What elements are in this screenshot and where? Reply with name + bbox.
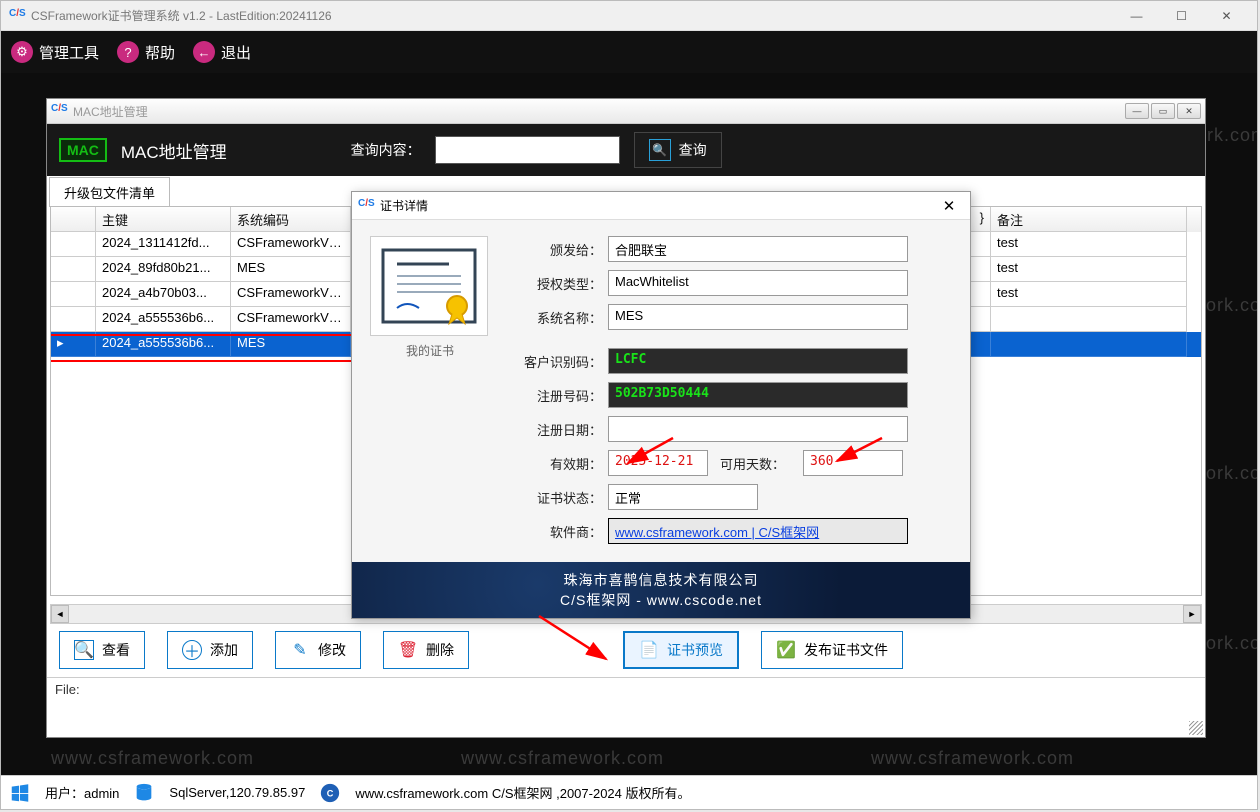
- field-issued-to: 合肥联宝: [608, 236, 908, 262]
- outer-titlebar: C/S CSFramework证书管理系统 v1.2 - LastEdition…: [1, 1, 1257, 31]
- menu-tools-label: 管理工具: [39, 42, 99, 63]
- query-button-label: 查询: [679, 140, 707, 160]
- mac-badge-icon: MAC: [59, 138, 107, 162]
- child-header-title: MAC地址管理: [121, 138, 227, 163]
- status-db: SqlServer,120.79.85.97: [169, 785, 305, 800]
- query-button[interactable]: 🔍 查询: [634, 132, 722, 168]
- file-status: File:: [47, 677, 1205, 701]
- child-toolbar: MAC MAC地址管理 查询内容： 🔍 查询: [47, 124, 1205, 176]
- child-maximize[interactable]: ▭: [1151, 103, 1175, 119]
- child-close[interactable]: ✕: [1177, 103, 1201, 119]
- dialog-titlebar[interactable]: C/S 证书详情 ✕: [352, 192, 970, 220]
- statusbar: 用户：admin SqlServer,120.79.85.97 C www.cs…: [1, 775, 1257, 809]
- view-button[interactable]: 🔍 查看: [59, 631, 145, 669]
- col-header-sys[interactable]: 系统编码: [231, 207, 351, 232]
- field-auth-type: MacWhitelist: [608, 270, 908, 296]
- footer-site: C/S框架网 - www.cscode.net: [560, 590, 762, 610]
- search-icon: 🔍: [649, 139, 671, 161]
- watermark: www.csframework.com: [871, 748, 1074, 769]
- lbl-reg-no: 注册号码：: [510, 386, 602, 405]
- lbl-auth-type: 授权类型：: [510, 274, 602, 293]
- app-logo: C/S: [9, 8, 25, 24]
- help-icon: ?: [117, 41, 139, 63]
- lbl-issued-to: 颁发给：: [510, 240, 602, 259]
- col-header-key[interactable]: 主键: [96, 207, 231, 232]
- view-icon: 🔍: [74, 640, 94, 660]
- scroll-left[interactable]: ◄: [51, 605, 69, 623]
- minimize-button[interactable]: ―: [1114, 1, 1159, 31]
- add-label: 添加: [210, 640, 238, 660]
- lbl-status: 证书状态：: [510, 488, 602, 507]
- certificate-image: [370, 236, 488, 336]
- lbl-sys-name: 系统名称：: [510, 308, 602, 327]
- child-title: MAC地址管理: [73, 103, 148, 120]
- search-label: 查询内容：: [351, 140, 421, 160]
- dialog-logo: C/S: [358, 198, 374, 214]
- edit-icon: ✎: [290, 640, 310, 660]
- delete-label: 删除: [426, 640, 454, 660]
- svg-text:C: C: [327, 788, 334, 798]
- tab-upgrade-list[interactable]: 升级包文件清单: [49, 177, 170, 207]
- field-days-left: 360: [803, 450, 903, 476]
- field-cust-id: LCFC: [608, 348, 908, 374]
- watermark: www.csframework.com: [461, 748, 664, 769]
- dialog-close-button[interactable]: ✕: [934, 197, 964, 215]
- dialog-footer: 珠海市喜鹊信息技术有限公司 C/S框架网 - www.cscode.net: [352, 562, 970, 618]
- child-minimize[interactable]: ―: [1125, 103, 1149, 119]
- resize-grip[interactable]: [1189, 721, 1203, 735]
- field-reg-no: 502B73D50444: [608, 382, 908, 408]
- database-icon: [133, 782, 155, 804]
- tools-icon: ⚙: [11, 41, 33, 63]
- child-logo: C/S: [51, 103, 67, 119]
- plus-icon: ＋: [182, 640, 202, 660]
- footer-company: 珠海市喜鹊信息技术有限公司: [564, 570, 759, 590]
- edit-label: 修改: [318, 640, 346, 660]
- status-user: 用户：admin: [45, 783, 119, 802]
- close-button[interactable]: ✕: [1204, 1, 1249, 31]
- action-bar: 🔍 查看 ＋ 添加 ✎ 修改 🗑 删除 📄 证书预览: [59, 631, 1193, 669]
- lbl-cust-id: 客户识别码：: [510, 352, 602, 371]
- status-site: www.csframework.com C/S框架网 ,2007-2024 版权…: [355, 783, 690, 802]
- view-label: 查看: [102, 640, 130, 660]
- delete-button[interactable]: 🗑 删除: [383, 631, 469, 669]
- maximize-button[interactable]: ☐: [1159, 1, 1204, 31]
- watermark: www.csframework.com: [51, 748, 254, 769]
- preview-icon: 📄: [639, 640, 659, 660]
- cs-icon: C: [319, 782, 341, 804]
- trash-icon: 🗑: [398, 640, 418, 660]
- field-expire: 2025-12-21: [608, 450, 708, 476]
- exit-icon: ←: [193, 41, 215, 63]
- publish-icon: ✅: [776, 640, 796, 660]
- cert-detail-dialog: C/S 证书详情 ✕ 我的证书: [351, 191, 971, 619]
- menubar: ⚙ 管理工具 ? 帮助 ← 退出: [1, 31, 1257, 73]
- menu-exit-label: 退出: [221, 42, 251, 63]
- dialog-title: 证书详情: [380, 197, 428, 214]
- field-vendor[interactable]: www.csframework.com | C/S框架网: [608, 518, 908, 544]
- menu-tools[interactable]: ⚙ 管理工具: [11, 41, 99, 63]
- windows-icon: [9, 782, 31, 804]
- cert-preview-button[interactable]: 📄 证书预览: [623, 631, 739, 669]
- field-reg-date: [608, 416, 908, 442]
- scroll-right[interactable]: ►: [1183, 605, 1201, 623]
- field-sys-name: MES: [608, 304, 908, 330]
- lbl-reg-date: 注册日期：: [510, 420, 602, 439]
- child-titlebar: C/S MAC地址管理 ― ▭ ✕: [47, 99, 1205, 124]
- edit-button[interactable]: ✎ 修改: [275, 631, 361, 669]
- window-title: CSFramework证书管理系统 v1.2 - LastEdition:202…: [31, 7, 332, 24]
- menu-help[interactable]: ? 帮助: [117, 41, 175, 63]
- publish-button[interactable]: ✅ 发布证书文件: [761, 631, 903, 669]
- lbl-expire: 有效期：: [510, 454, 602, 473]
- lbl-days-left: 可用天数：: [720, 454, 785, 473]
- field-status: 正常: [608, 484, 758, 510]
- publish-label: 发布证书文件: [804, 640, 888, 660]
- search-input[interactable]: [435, 136, 620, 164]
- preview-label: 证书预览: [667, 640, 723, 660]
- add-button[interactable]: ＋ 添加: [167, 631, 253, 669]
- cert-caption: 我的证书: [370, 342, 490, 359]
- col-header-note[interactable]: 备注: [991, 207, 1187, 232]
- lbl-vendor: 软件商：: [510, 522, 602, 541]
- menu-exit[interactable]: ← 退出: [193, 41, 251, 63]
- menu-help-label: 帮助: [145, 42, 175, 63]
